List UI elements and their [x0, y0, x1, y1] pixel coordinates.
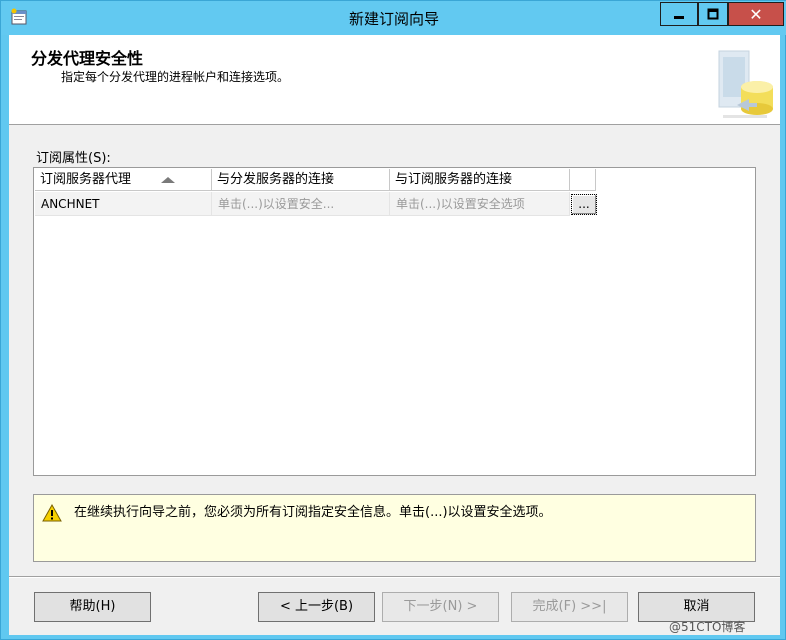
- next-button[interactable]: 下一步(N) >: [382, 592, 499, 622]
- finish-button[interactable]: 完成(F) >>|: [511, 592, 628, 622]
- page-title: 分发代理安全性: [31, 49, 144, 68]
- wizard-client-area: 分发代理安全性 指定每个分发代理的进程帐户和连接选项。 订阅属性(S): 订阅服…: [9, 35, 780, 635]
- maximize-button[interactable]: [698, 2, 728, 26]
- minimize-icon: [674, 16, 684, 19]
- table-row-subscriber-connection-cell[interactable]: 单击(...)以设置安全选项: [390, 192, 570, 216]
- warning-icon: [42, 504, 62, 522]
- table-row-agent-cell[interactable]: ANCHNET: [35, 192, 212, 216]
- warning-panel: 在继续执行向导之前，您必须为所有订阅指定安全信息。单击(...)以设置安全选项。: [33, 494, 756, 562]
- close-icon: ✕: [749, 4, 763, 24]
- security-settings-ellipsis-button[interactable]: ...: [571, 194, 597, 215]
- column-header-label: 与分发服务器的连接: [217, 172, 335, 187]
- warning-message: 在继续执行向导之前，您必须为所有订阅指定安全信息。单击(...)以设置安全选项。: [74, 505, 552, 520]
- watermark-text: @51CTO博客: [669, 620, 746, 634]
- maximize-icon: [707, 8, 719, 20]
- sort-ascending-icon: [161, 177, 175, 183]
- column-header-label: 与订阅服务器的连接: [395, 172, 513, 187]
- close-button[interactable]: ✕: [728, 2, 784, 26]
- column-header-subscriber-agent[interactable]: 订阅服务器代理: [35, 169, 212, 191]
- subscription-properties-grid[interactable]: 订阅服务器代理 与分发服务器的连接 与订阅服务器的连接 ANCHNET 单击(.…: [33, 167, 756, 476]
- subscription-properties-label: 订阅属性(S):: [36, 151, 111, 166]
- back-button[interactable]: < 上一步(B): [258, 592, 375, 622]
- column-header-action: [570, 169, 596, 191]
- table-row-distributor-connection-cell[interactable]: 单击(...)以设置安全...: [212, 192, 390, 216]
- title-bar[interactable]: 新建订阅向导 ✕: [1, 1, 786, 35]
- column-header-distributor-connection[interactable]: 与分发服务器的连接: [212, 169, 390, 191]
- help-button[interactable]: 帮助(H): [34, 592, 151, 622]
- column-header-label: 订阅服务器代理: [40, 172, 132, 187]
- wizard-window: 新建订阅向导 ✕ 分发代理安全性 指定每个分发代理的进程帐户和连接选项。 订阅属…: [0, 0, 786, 640]
- page-subtitle: 指定每个分发代理的进程帐户和连接选项。: [61, 70, 290, 84]
- column-header-subscriber-connection[interactable]: 与订阅服务器的连接: [390, 169, 570, 191]
- wizard-header: 分发代理安全性 指定每个分发代理的进程帐户和连接选项。: [9, 35, 780, 125]
- minimize-button[interactable]: [660, 2, 698, 26]
- database-graphic-icon: [718, 50, 773, 118]
- footer-divider: [9, 576, 780, 578]
